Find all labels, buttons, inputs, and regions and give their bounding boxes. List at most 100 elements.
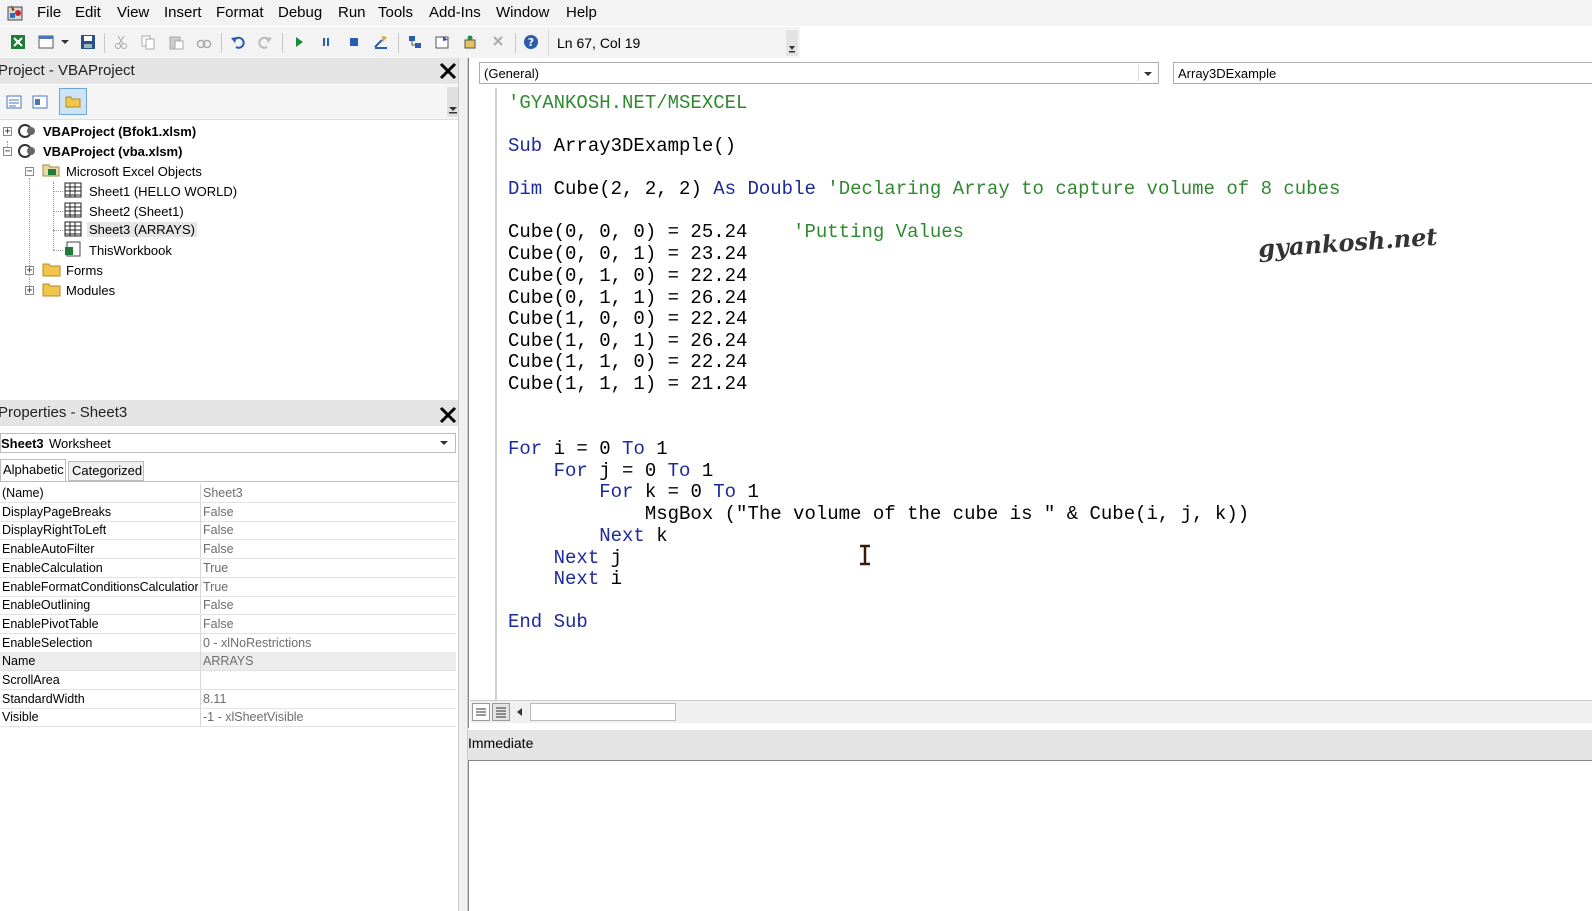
property-row[interactable]: EnableOutlining False (0, 596, 456, 616)
copy-icon[interactable] (140, 34, 156, 50)
code-horizontal-scrollbar[interactable] (470, 700, 1592, 723)
property-value[interactable]: True (203, 580, 228, 594)
property-value[interactable]: False (203, 598, 234, 612)
property-row[interactable]: DisplayRightToLeft False (0, 521, 456, 541)
scrollbar-thumb[interactable] (530, 703, 676, 721)
tab-categorized[interactable]: Categorized (68, 461, 144, 481)
break-icon[interactable] (318, 34, 334, 50)
property-value[interactable]: False (203, 617, 234, 631)
view-object-icon[interactable] (32, 95, 48, 109)
expand-icon[interactable]: + (25, 286, 34, 296)
menu-edit[interactable]: Edit (75, 4, 101, 21)
menu-format[interactable]: Format (216, 4, 264, 21)
excel-view-icon[interactable] (10, 34, 26, 50)
help-icon[interactable]: ? (523, 34, 539, 50)
property-row[interactable]: EnableSelection 0 - xlNoRestrictions (0, 633, 456, 653)
code-line[interactable]: For j = 0 To 1 (508, 460, 714, 482)
property-value[interactable]: ARRAYS (203, 654, 253, 668)
menu-help[interactable]: Help (566, 4, 597, 21)
code-line[interactable]: Cube(1, 1, 0) = 22.24 (508, 351, 747, 373)
tree-item-forms[interactable]: Forms (66, 263, 103, 278)
scroll-left-icon[interactable] (514, 706, 526, 718)
code-line[interactable]: Cube(1, 0, 1) = 26.24 (508, 330, 747, 352)
code-line[interactable]: Dim Cube(2, 2, 2) As Double 'Declaring A… (508, 178, 1340, 200)
property-value[interactable]: -1 - xlSheetVisible (203, 710, 304, 724)
code-line[interactable]: For i = 0 To 1 (508, 438, 668, 460)
close-icon[interactable] (437, 404, 459, 426)
save-icon[interactable] (80, 34, 96, 50)
menu-run[interactable]: Run (338, 4, 366, 21)
code-line[interactable]: Next i (508, 568, 622, 590)
immediate-window-editor[interactable] (468, 760, 1592, 911)
object-select-dropdown[interactable]: Sheet3 Worksheet (0, 433, 456, 453)
reset-icon[interactable] (346, 34, 362, 50)
procedure-dropdown[interactable]: Array3DExample (1173, 62, 1592, 84)
tree-item-sheet2[interactable]: Sheet2 (Sheet1) (89, 204, 184, 219)
tree-item-thisworkbook[interactable]: ThisWorkbook (89, 243, 172, 258)
code-line[interactable]: Cube(0, 1, 1) = 26.24 (508, 287, 747, 309)
property-row[interactable]: (Name) Sheet3 (0, 484, 456, 503)
property-row[interactable]: StandardWidth 8.11 (0, 689, 456, 709)
collapse-icon[interactable]: − (25, 167, 34, 177)
project-explorer-icon[interactable] (407, 34, 423, 50)
property-value[interactable]: True (203, 561, 228, 575)
property-row[interactable]: EnableCalculation True (0, 558, 456, 578)
tree-item-vba-project[interactable]: VBAProject (vba.xlsm) (43, 144, 182, 159)
code-line[interactable]: Cube(1, 0, 0) = 22.24 (508, 308, 747, 330)
procedure-view-button[interactable] (472, 703, 490, 721)
full-module-view-button[interactable] (492, 703, 510, 721)
object-browser-icon[interactable] (462, 34, 478, 50)
property-value[interactable]: False (203, 523, 234, 537)
menu-tools[interactable]: Tools (378, 4, 413, 21)
object-dropdown[interactable]: (General) (479, 62, 1159, 84)
menu-view[interactable]: View (117, 4, 149, 21)
menu-add-ins[interactable]: Add-Ins (429, 4, 481, 21)
close-icon[interactable] (437, 60, 459, 82)
paste-icon[interactable] (168, 34, 184, 50)
insert-userform-icon[interactable] (38, 34, 54, 50)
vertical-splitter[interactable] (458, 58, 468, 911)
menu-window[interactable]: Window (496, 4, 549, 21)
redo-icon[interactable] (257, 34, 273, 50)
properties-window-icon[interactable] (434, 34, 450, 50)
property-row[interactable]: Name ARRAYS (0, 652, 456, 672)
expand-icon[interactable]: + (25, 266, 34, 276)
run-icon[interactable] (291, 34, 307, 50)
property-row[interactable]: Visible -1 - xlSheetVisible (0, 708, 456, 728)
tree-item-modules[interactable]: Modules (66, 283, 115, 298)
code-line[interactable]: End Sub (508, 611, 588, 633)
toolbox-icon[interactable] (490, 34, 506, 50)
view-code-icon[interactable] (6, 95, 22, 109)
code-line[interactable]: Cube(0, 1, 0) = 22.24 (508, 265, 747, 287)
tree-item-bfok1-project[interactable]: VBAProject (Bfok1.xlsm) (43, 124, 196, 139)
undo-icon[interactable] (230, 34, 246, 50)
menu-file[interactable]: File (37, 4, 61, 21)
code-line[interactable]: MsgBox ("The volume of the cube is " & C… (508, 503, 1249, 525)
vba-app-icon[interactable] (6, 4, 26, 22)
toolbar-overflow-grip[interactable] (786, 30, 798, 56)
design-mode-icon[interactable] (373, 34, 389, 50)
menu-debug[interactable]: Debug (278, 4, 322, 21)
property-row[interactable]: DisplayPageBreaks False (0, 502, 456, 522)
dropdown-arrow-icon[interactable] (60, 34, 70, 50)
code-line[interactable]: 'GYANKOSH.NET/MSEXCEL (508, 92, 747, 114)
object-dropdown-button[interactable] (1138, 65, 1157, 81)
tree-item-sheet3-selected[interactable]: Sheet3 (ARRAYS) (87, 222, 197, 237)
code-line[interactable]: Cube(0, 0, 1) = 23.24 (508, 243, 747, 265)
code-line[interactable]: For k = 0 To 1 (508, 481, 759, 503)
code-line[interactable]: Sub Array3DExample() (508, 135, 736, 157)
property-value[interactable]: False (203, 505, 234, 519)
toggle-folders-button[interactable] (59, 88, 87, 115)
code-line[interactable]: Next k (508, 525, 667, 547)
property-row[interactable]: EnablePivotTable False (0, 614, 456, 634)
property-row[interactable]: EnableFormatConditionsCalculation True (0, 577, 456, 597)
property-value[interactable]: Sheet3 (203, 486, 243, 500)
tree-item-sheet1[interactable]: Sheet1 (HELLO WORLD) (89, 184, 237, 199)
tree-item-excel-objects[interactable]: Microsoft Excel Objects (66, 164, 202, 179)
property-row[interactable]: ScrollArea (0, 671, 456, 690)
find-icon[interactable] (196, 34, 212, 50)
property-value[interactable]: 0 - xlNoRestrictions (203, 636, 311, 650)
menu-insert[interactable]: Insert (164, 4, 202, 21)
cut-icon[interactable] (113, 34, 129, 50)
property-row[interactable]: EnableAutoFilter False (0, 540, 456, 560)
